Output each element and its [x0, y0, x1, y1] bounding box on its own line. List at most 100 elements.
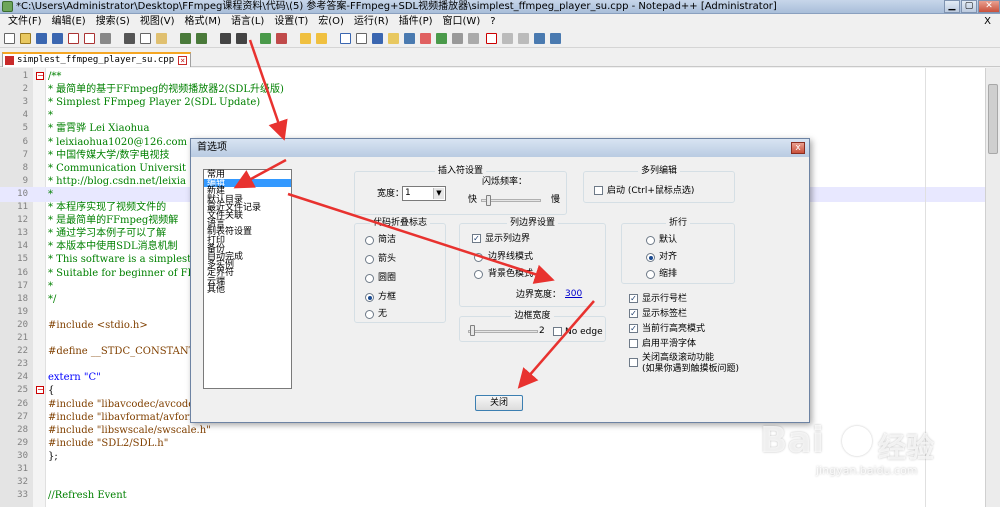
fold-none-radio[interactable]	[365, 310, 374, 319]
find-icon[interactable]	[220, 33, 231, 44]
edge-bg-mode-label: 背景色模式	[488, 269, 534, 279]
menu-macro[interactable]: 宏(O)	[313, 14, 349, 30]
menu-search[interactable]: 搜索(S)	[91, 14, 135, 30]
caret-settings-title: 插入符设置	[434, 166, 486, 176]
category-list[interactable]: 常用 编辑 新建 默认目录 最近文件记录 文件关联 语言 制表符设置 打印 备份…	[203, 169, 292, 389]
stop-record-icon[interactable]	[502, 33, 513, 44]
cut-icon[interactable]	[124, 33, 135, 44]
menu-window[interactable]: 窗口(W)	[438, 14, 486, 30]
wrap-indent-label: 缩排	[659, 269, 678, 279]
replace-icon[interactable]	[236, 33, 247, 44]
fold-simple-radio[interactable]	[365, 236, 374, 245]
multi-edit-checkbox[interactable]	[594, 186, 603, 195]
record-macro-icon[interactable]	[486, 33, 497, 44]
edge-line-mode-radio[interactable]	[474, 253, 483, 262]
close-file-icon[interactable]	[68, 33, 79, 44]
show-bookmark-checkbox[interactable]: ✓	[629, 309, 638, 318]
undo-icon[interactable]	[180, 33, 191, 44]
category-misc[interactable]: 其他	[204, 285, 291, 294]
scrollbar-thumb[interactable]	[988, 84, 998, 154]
wrap-default-label: 默认	[659, 235, 678, 245]
fold-toggle-icon[interactable]: −	[36, 386, 44, 395]
multi-edit-label: 启动 (Ctrl+鼠标点选)	[607, 186, 695, 196]
caret-settings-group: 插入符设置 宽度： 1 ▼ 闪烁频率： 快 慢	[354, 166, 567, 215]
fold-toggle-icon[interactable]: −	[36, 72, 44, 80]
blink-rate-slider[interactable]	[486, 195, 491, 206]
title-bar: *C:\Users\Administrator\Desktop\FFmpeg课程…	[0, 0, 1000, 14]
tab-simplest-ffmpeg-player[interactable]: simplest_ffmpeg_player_su.cpp ×	[2, 52, 192, 67]
show-edge-checkbox[interactable]: ✓	[472, 234, 481, 243]
indent-guide-icon[interactable]	[372, 33, 383, 44]
monitor-icon[interactable]	[452, 33, 463, 44]
function-list-icon[interactable]	[420, 33, 431, 44]
menu-format[interactable]: 格式(M)	[180, 14, 226, 30]
open-file-icon[interactable]	[20, 33, 31, 44]
menu-help[interactable]: ?	[485, 14, 500, 30]
fold-arrow-radio[interactable]	[365, 255, 374, 264]
close-button[interactable]: 关闭	[475, 395, 523, 411]
fold-style-group: 代码折叠标志 简洁 箭头 圆圈 方框 无	[354, 218, 446, 323]
baidu-jingyan-watermark: Bai 经验 jingyan.baidu.com	[760, 420, 990, 480]
menu-view[interactable]: 视图(V)	[135, 14, 180, 30]
close-doc-x[interactable]: X	[979, 14, 996, 30]
fold-style-title: 代码折叠标志	[369, 218, 430, 228]
highlight-current-line-checkbox[interactable]: ✓	[629, 324, 638, 333]
no-edge-checkbox[interactable]	[553, 327, 562, 336]
maximize-icon[interactable]: ▢	[961, 0, 977, 13]
print-icon[interactable]	[100, 33, 111, 44]
menu-edit[interactable]: 编辑(E)	[47, 14, 91, 30]
code-line[interactable]: 33 //Refresh Event	[0, 488, 985, 503]
multi-edit-title: 多列编辑	[637, 166, 680, 176]
sync-h-icon[interactable]	[316, 33, 327, 44]
udl-icon[interactable]	[388, 33, 399, 44]
wrap-aligned-radio[interactable]	[646, 253, 655, 262]
unsaved-file-icon	[5, 56, 14, 65]
redo-icon[interactable]	[196, 33, 207, 44]
tab-close-icon[interactable]: ×	[178, 56, 188, 65]
show-line-number-checkbox[interactable]: ✓	[629, 294, 638, 303]
new-file-icon[interactable]	[4, 33, 15, 44]
menu-settings[interactable]: 设置(T)	[269, 14, 313, 30]
save-all-icon[interactable]	[52, 33, 63, 44]
caret-width-value: 1	[405, 188, 411, 198]
menu-plugins[interactable]: 插件(P)	[394, 14, 438, 30]
wrap-default-radio[interactable]	[646, 236, 655, 245]
zoom-in-icon[interactable]	[260, 33, 271, 44]
disable-advanced-scroll-checkbox[interactable]	[629, 358, 638, 367]
paste-icon[interactable]	[156, 33, 167, 44]
wrap-indent-radio[interactable]	[646, 270, 655, 279]
border-width-slider[interactable]	[470, 325, 475, 336]
show-all-chars-icon[interactable]	[356, 33, 367, 44]
copy-icon[interactable]	[140, 33, 151, 44]
zoom-out-icon[interactable]	[276, 33, 287, 44]
menu-run[interactable]: 运行(R)	[349, 14, 394, 30]
line-wrap-group: 折行 默认 对齐 缩排	[621, 218, 735, 284]
show-line-number-label: 显示行号栏	[642, 294, 688, 304]
edge-width-link[interactable]: 300	[565, 288, 582, 300]
sync-v-icon[interactable]	[300, 33, 311, 44]
preview-icon[interactable]	[468, 33, 479, 44]
caret-width-select[interactable]: 1 ▼	[402, 186, 446, 201]
save-icon[interactable]	[36, 33, 47, 44]
menu-language[interactable]: 语言(L)	[226, 14, 269, 30]
playback-icon[interactable]	[518, 33, 529, 44]
close-window-icon[interactable]: ✕	[978, 0, 1000, 13]
smooth-font-checkbox[interactable]	[629, 339, 638, 348]
smooth-font-label: 启用平滑字体	[642, 339, 697, 349]
save-macro-icon[interactable]	[550, 33, 561, 44]
run-macro-multiple-icon[interactable]	[534, 33, 545, 44]
menu-file[interactable]: 文件(F)	[3, 14, 47, 30]
doc-map-icon[interactable]	[404, 33, 415, 44]
fold-circle-radio[interactable]	[365, 274, 374, 283]
notepadpp-app-icon	[2, 1, 13, 12]
minimize-icon[interactable]: ▁	[944, 0, 960, 13]
border-width-value: 2	[539, 326, 545, 336]
folder-workspace-icon[interactable]	[436, 33, 447, 44]
close-all-icon[interactable]	[84, 33, 95, 44]
word-wrap-icon[interactable]	[340, 33, 351, 44]
edge-bg-mode-radio[interactable]	[474, 270, 483, 279]
multi-edit-group: 多列编辑 启动 (Ctrl+鼠标点选)	[583, 166, 735, 203]
dialog-close-icon[interactable]: x	[791, 142, 805, 154]
border-width-group: 边框宽度 2 No edge	[459, 311, 606, 342]
fold-box-radio[interactable]	[365, 293, 374, 302]
